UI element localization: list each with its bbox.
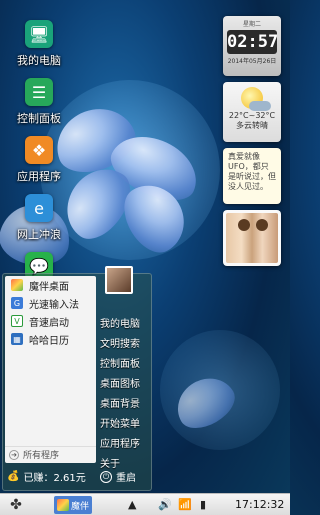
recent-item-label: 音速启动 [29,317,69,329]
clock-weekday: 星期二 [242,21,261,28]
note-text: 真爱就像UFO，都只是听说过，但没人见过。 [228,152,276,191]
desktop-icon-label: 网上冲浪 [17,228,61,241]
menu-link-control-panel[interactable]: 控制面板 [100,352,152,372]
task-label: 魔伴 [71,501,90,512]
earnings-display: 💰 已赚：2.61元 [7,469,86,484]
taskbar-clock[interactable]: 17:12:32 [235,498,284,511]
volume-icon[interactable]: 🔊 [158,498,172,511]
vstart-icon: V [11,315,23,327]
restart-button[interactable]: ⏻ 重启 [100,469,136,484]
desktop-icon-control-panel[interactable]: ☰ 控制面板 [6,78,72,126]
recent-item-calendar[interactable]: ▦ 哈哈日历 [5,330,96,348]
weather-temp: 22°C~32°C [228,111,276,120]
menu-link-search[interactable]: 文明搜索 [100,332,152,352]
recent-item-vstart[interactable]: V 音速启动 [5,312,96,330]
calendar-icon: ▦ [11,333,23,345]
clock-widget[interactable]: 星期二 02:57 2014年05月26日 [223,16,281,76]
earnings-text: 已赚：2.61元 [23,473,86,484]
recent-item-mobanzhuomian[interactable]: 魔伴桌面 [5,276,96,294]
weather-widget[interactable]: 22°C~32°C 多云转晴 [223,82,281,142]
taskbar-task-moban[interactable]: 魔伴 [54,496,92,514]
menu-link-my-computer[interactable]: 我的电脑 [100,312,152,332]
control-panel-icon: ☰ [25,78,53,106]
wifi-icon[interactable]: 📶 [178,498,192,511]
all-programs-button[interactable]: ➔ 所有程序 [5,446,96,462]
desktop-icon-label: 我的电脑 [17,54,61,67]
desktop-icon-label: 应用程序 [17,170,61,183]
browser-icon: e [25,194,53,222]
mobanzhuomian-icon [11,279,23,291]
arrow-right-icon: ➔ [9,449,19,460]
sunny-cloudy-icon [241,87,271,111]
clover-icon: ✤ [10,497,22,513]
menu-link-applications[interactable]: 应用程序 [100,432,152,452]
avatar[interactable] [105,266,133,294]
clock-time: 02:57 [227,30,279,54]
desktop-icon-label: 控制面板 [17,112,61,125]
monitor-icon: 🖥 [25,20,53,48]
all-programs-label: 所有程序 [23,451,60,461]
menu-links: 我的电脑 文明搜索 控制面板 桌面图标 桌面背景 开始菜单 应用程序 关于 [100,312,152,472]
recent-item-label: 魔伴桌面 [29,281,69,293]
menu-link-desktop-icons[interactable]: 桌面图标 [100,372,152,392]
photo-image [226,213,278,263]
battery-icon[interactable]: ▮ [200,498,206,511]
restart-label: 重启 [116,473,136,484]
recent-item-label: 光速输入法 [29,299,79,311]
menu-link-desktop-background[interactable]: 桌面背景 [100,392,152,412]
start-menu: 魔伴桌面 G 光速输入法 V 音速启动 ▦ 哈哈日历 ➔ 所有程序 我的电脑 文… [2,273,152,491]
recent-programs: 魔伴桌面 G 光速输入法 V 音速启动 ▦ 哈哈日历 [5,276,96,463]
desktop-icon-internet[interactable]: e 网上冲浪 [6,194,72,242]
recent-item-label: 哈哈日历 [29,335,69,347]
menu-link-start-menu[interactable]: 开始菜单 [100,412,152,432]
desktop-icon-my-computer[interactable]: 🖥 我的电脑 [6,20,72,68]
recent-item-input-method[interactable]: G 光速输入法 [5,294,96,312]
chevron-up-icon[interactable]: ▲ [128,498,136,511]
taskbar: ✤ 魔伴 ▲ 🔊 📶 ▮ 17:12:32 [0,493,290,515]
desktop-icon-applications[interactable]: ❖ 应用程序 [6,136,72,184]
photo-widget[interactable] [223,210,281,266]
power-icon: ⏻ [100,470,112,483]
note-widget[interactable]: 真爱就像UFO，都只是听说过，但没人见过。 [223,148,281,204]
money-icon: 💰 [7,471,20,482]
start-button[interactable]: ✤ [8,497,24,513]
input-method-icon: G [11,297,23,309]
mobanzhuomian-icon [57,499,69,511]
box-icon: ❖ [25,136,53,164]
clock-date: 2014年05月26日 [227,58,277,65]
weather-condition: 多云转晴 [236,121,268,130]
